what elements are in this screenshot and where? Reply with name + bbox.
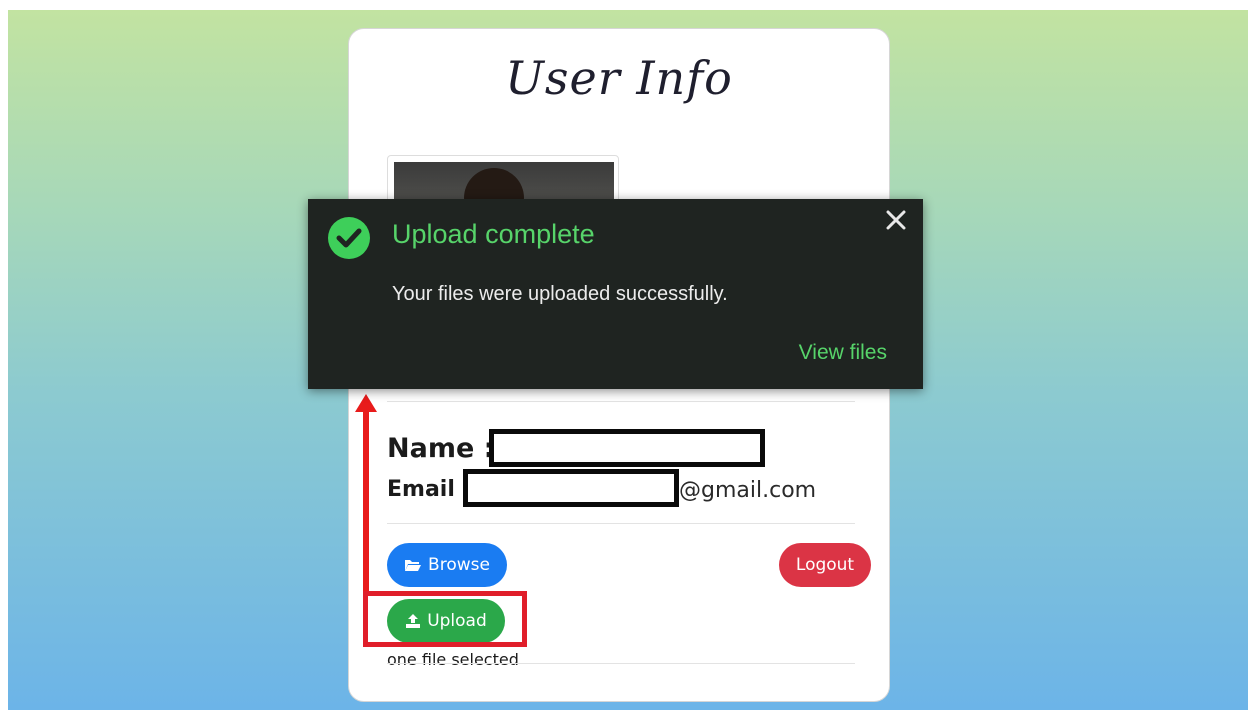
page-background: User Info Name : Email : @gmail.com Brow…: [8, 10, 1248, 710]
upload-toast: Upload complete Your files were uploaded…: [308, 199, 923, 389]
divider-middle: [387, 523, 855, 524]
check-circle-icon: [328, 217, 370, 259]
close-icon[interactable]: [883, 207, 909, 233]
toast-message: Your files were uploaded successfully.: [392, 283, 728, 305]
email-domain: @gmail.com: [679, 478, 817, 503]
name-label: Name :: [387, 433, 495, 464]
logout-button-label: Logout: [795, 555, 855, 575]
email-redaction: [463, 469, 679, 507]
file-selection-status: one file selected: [387, 650, 519, 669]
divider-top: [387, 401, 855, 402]
browse-button-label: Browse: [428, 555, 490, 575]
page-title: User Info: [505, 51, 733, 105]
toast-title: Upload complete: [392, 219, 595, 249]
email-label: Email :: [387, 477, 472, 502]
browse-button[interactable]: Browse: [387, 543, 507, 587]
name-redaction: [489, 429, 765, 467]
logout-button[interactable]: Logout: [779, 543, 871, 587]
annotation-arrow-head: [355, 394, 377, 412]
view-files-link[interactable]: View files: [799, 341, 887, 365]
annotation-arrow: [363, 410, 369, 593]
upload-highlight-box: [363, 591, 527, 647]
divider-bottom: [387, 663, 855, 664]
folder-open-icon: [405, 560, 422, 571]
